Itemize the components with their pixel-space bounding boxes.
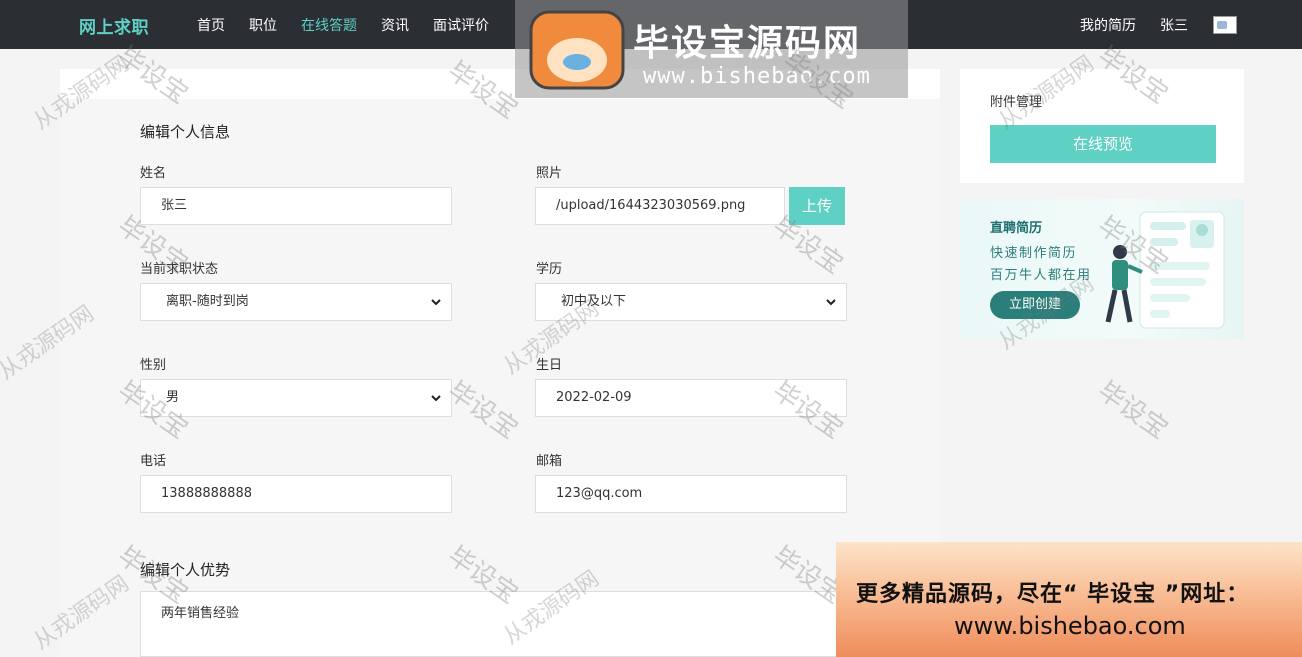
online-preview-button[interactable]: 在线预览 — [990, 125, 1216, 163]
education-label: 学历 — [536, 262, 563, 277]
phone-input[interactable]: 13888888888 — [140, 475, 452, 513]
chevron-down-icon — [826, 299, 836, 306]
nav-item-online-quiz[interactable]: 在线答题 — [301, 15, 357, 35]
my-resume-link[interactable]: 我的简历 — [1080, 15, 1136, 35]
banner-line-1: 快速制作简历 — [990, 246, 1078, 261]
create-now-button[interactable]: 立即创建 — [990, 291, 1080, 319]
brand-logo[interactable]: 网上求职 — [79, 13, 149, 38]
gender-value: 男 — [166, 390, 180, 405]
education-select[interactable]: 初中及以下 — [535, 283, 847, 321]
birthday-label: 生日 — [536, 358, 563, 373]
photo-path-input[interactable]: /upload/1644323030569.png — [535, 187, 785, 225]
advantage-textarea[interactable]: 两年销售经验 — [140, 591, 840, 657]
ad-line-2: www.bishebao.com — [954, 612, 1186, 640]
email-label: 邮箱 — [536, 454, 563, 469]
chevron-down-icon — [431, 299, 441, 306]
watermark-tile: 毕设宝 — [1092, 375, 1174, 446]
username-link[interactable]: 张三 — [1160, 15, 1188, 35]
education-value: 初中及以下 — [561, 294, 627, 309]
edit-info-title: 编辑个人信息 — [140, 123, 231, 141]
gender-select[interactable]: 男 — [140, 379, 452, 417]
watermark-logo-text: 毕设宝源码网 — [633, 23, 862, 64]
job-status-value: 离职-随时到岗 — [166, 294, 249, 309]
nav-item-home[interactable]: 首页 — [197, 15, 225, 35]
ad-line-1: 更多精品源码，尽在“ 毕设宝 ”网址： — [856, 582, 1250, 607]
attachment-title: 附件管理 — [990, 95, 1043, 110]
nav-item-interview-reviews[interactable]: 面试评价 — [433, 15, 489, 35]
name-label: 姓名 — [140, 166, 167, 181]
email-input[interactable]: 123@qq.com — [535, 475, 847, 513]
name-input[interactable]: 张三 — [140, 187, 452, 225]
chevron-down-icon — [431, 395, 441, 402]
watermark-logo-url: www.bishebao.com — [643, 64, 871, 89]
upload-button[interactable]: 上传 — [789, 187, 845, 225]
broken-image-icon[interactable] — [1213, 16, 1237, 34]
resume-illustration — [1105, 211, 1225, 329]
edit-advantage-title: 编辑个人优势 — [140, 561, 231, 579]
gender-label: 性别 — [140, 358, 167, 373]
job-status-select[interactable]: 离职-随时到岗 — [140, 283, 452, 321]
job-status-label: 当前求职状态 — [140, 262, 219, 277]
birthday-input[interactable]: 2022-02-09 — [535, 379, 847, 417]
watermark-ad-banner: 更多精品源码，尽在“ 毕设宝 ”网址： www.bishebao.com — [836, 542, 1302, 657]
phone-label: 电话 — [140, 454, 167, 469]
resume-ad-banner[interactable]: 直聘简历 快速制作简历 百万牛人都在用 立即创建 — [960, 199, 1244, 339]
banner-line-2: 百万牛人都在用 — [990, 268, 1092, 283]
photo-label: 照片 — [536, 166, 563, 181]
banner-title: 直聘简历 — [990, 221, 1043, 236]
watermark-badge-icon — [529, 10, 625, 90]
nav-item-jobs[interactable]: 职位 — [249, 15, 277, 35]
watermark-logo: 毕设宝源码网 www.bishebao.com — [515, 0, 908, 98]
nav-item-news[interactable]: 资讯 — [381, 15, 409, 35]
